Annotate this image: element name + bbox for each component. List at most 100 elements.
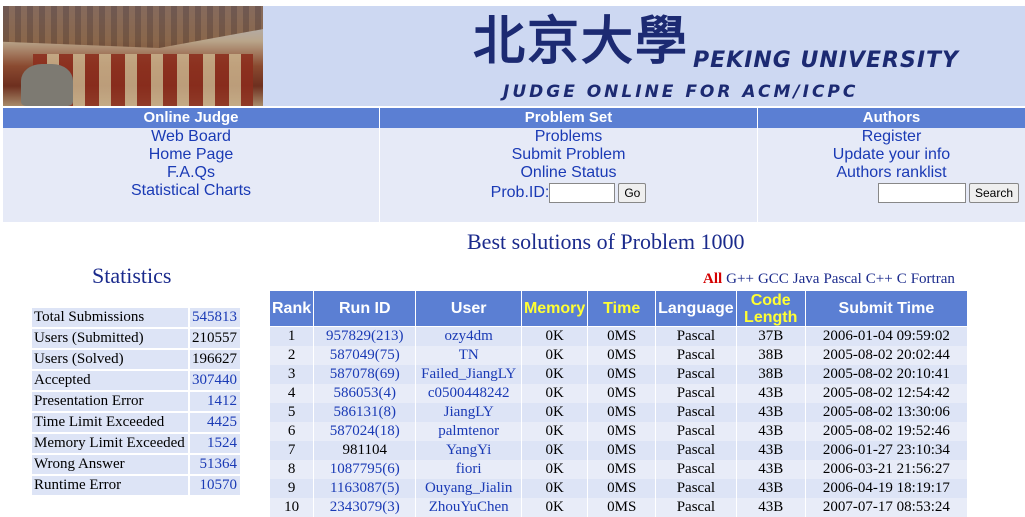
language-cell: Pascal (655, 478, 737, 498)
time-cell: 0MS (587, 402, 657, 422)
filter-pascal[interactable]: Pascal (823, 271, 861, 287)
language-cell: Pascal (655, 440, 737, 460)
user-link[interactable]: fiori (415, 459, 522, 479)
run-id-link[interactable]: 957829(213) (313, 326, 417, 346)
col-time[interactable]: Time (587, 290, 657, 327)
nav-table: Online Judge Web Board Home Page F.A.Qs … (3, 108, 1025, 222)
stat-row: Memory Limit Exceeded 1524 (32, 434, 240, 453)
authors-ranklist-link[interactable]: Authors ranklist (836, 164, 946, 182)
user-link[interactable]: c0500448242 (415, 383, 522, 403)
problem-set-column: Problem Set Problems Submit Problem Onli… (380, 108, 758, 222)
go-button[interactable]: Go (618, 183, 647, 203)
search-button[interactable]: Search (968, 183, 1019, 203)
prob-id-input[interactable] (549, 183, 616, 203)
user-link[interactable]: YangYi (415, 440, 522, 460)
home-page-link[interactable]: Home Page (149, 146, 234, 164)
memory-cell: 0K (520, 326, 589, 346)
filter-all[interactable]: All (703, 271, 722, 287)
run-id-link[interactable]: 1163087(5) (313, 478, 417, 498)
rank-cell: 3 (268, 364, 315, 384)
stat-label: Time Limit Exceeded (32, 413, 188, 432)
stat-value[interactable]: 545813 (187, 308, 240, 327)
time-cell: 0MS (587, 364, 657, 384)
stat-row: Time Limit Exceeded 4425 (32, 413, 240, 432)
col-code-length[interactable]: Code Length (735, 290, 806, 327)
col-memory[interactable]: Memory (520, 290, 589, 327)
author-search-input[interactable] (877, 183, 966, 203)
user-link[interactable]: Ouyang_Jialin (415, 478, 522, 498)
submit-time-cell: 2006-03-21 21:56:27 (804, 459, 969, 479)
run-id-link[interactable]: 1087795(6) (313, 459, 417, 479)
web-board-link[interactable]: Web Board (151, 128, 231, 146)
problem-id-link[interactable]: 1000 (700, 229, 744, 254)
stat-label: Accepted (32, 371, 188, 390)
time-cell: 0MS (587, 345, 657, 365)
prob-id-label: Prob.ID: (490, 184, 550, 201)
language-filter: All G++ GCC Java Pascal C++ C Fortran (703, 271, 959, 288)
table-row: 4 586053(4) c0500448242 0K 0MS Pascal 43B 2005-… (268, 383, 969, 403)
user-link[interactable]: TN (415, 345, 522, 365)
stat-label: Runtime Error (32, 476, 188, 495)
register-link[interactable]: Register (862, 128, 922, 146)
peking-english-title: PEKING UNIVERSITY (693, 48, 959, 73)
stat-label: Total Submissions (32, 308, 188, 327)
user-link[interactable]: Failed_JiangLY (415, 364, 522, 384)
user-link[interactable]: ozy4dm (415, 326, 522, 346)
update-info-link[interactable]: Update your info (833, 146, 950, 164)
stat-label: Users (Solved) (32, 350, 188, 369)
user-link[interactable]: ZhouYuChen (415, 497, 522, 517)
rank-cell: 7 (268, 440, 315, 460)
code-length-cell: 37B (735, 326, 806, 346)
run-id-link[interactable]: 2343079(3) (313, 497, 417, 517)
stat-value: 210557 (187, 329, 240, 348)
filter-gpp[interactable]: G++ (726, 271, 754, 287)
stat-value[interactable]: 1524 (187, 434, 240, 453)
run-id-link[interactable]: 586131(8) (313, 402, 417, 422)
language-cell: Pascal (655, 383, 737, 403)
language-cell: Pascal (655, 326, 737, 346)
col-run-id: Run ID (313, 290, 417, 327)
peking-chinese-title: 北京大學 (473, 11, 690, 72)
submit-problem-link[interactable]: Submit Problem (512, 146, 626, 164)
submit-time-cell: 2005-08-02 13:30:06 (804, 402, 969, 422)
stat-value[interactable]: 51364 (187, 455, 240, 474)
filter-c[interactable]: C (897, 271, 907, 287)
rank-cell: 9 (268, 478, 315, 498)
online-judge-column: Online Judge Web Board Home Page F.A.Qs … (3, 108, 380, 222)
rank-cell: 8 (268, 459, 315, 479)
rank-cell: 10 (268, 497, 315, 517)
time-cell: 0MS (587, 459, 657, 479)
run-id-link[interactable]: 586053(4) (313, 383, 417, 403)
judge-subtitle: JUDGE ONLINE FOR ACM/ICPC (503, 82, 859, 102)
rank-cell: 4 (268, 383, 315, 403)
table-row: 9 1163087(5) Ouyang_Jialin 0K 0MS Pascal 43B 20… (268, 478, 969, 498)
stat-value[interactable]: 10570 (187, 476, 240, 495)
filter-java[interactable]: Java (793, 271, 820, 287)
stat-value[interactable]: 307440 (187, 371, 240, 390)
authors-column: Authors Register Update your info Author… (758, 108, 1025, 222)
user-link[interactable]: JiangLY (415, 402, 522, 422)
filter-cpp[interactable]: C++ (866, 271, 893, 287)
col-language: Language (655, 290, 737, 327)
run-id-link[interactable]: 587049(75) (313, 345, 417, 365)
problems-link[interactable]: Problems (535, 128, 603, 146)
stat-value[interactable]: 4425 (187, 413, 240, 432)
stat-row: Total Submissions 545813 (32, 308, 240, 327)
col-rank: Rank (268, 290, 315, 327)
online-status-link[interactable]: Online Status (520, 164, 616, 182)
table-row: 1 957829(213) ozy4dm 0K 0MS Pascal 37B 2006-01-… (268, 326, 969, 346)
filter-gcc[interactable]: GCC (758, 271, 789, 287)
language-cell: Pascal (655, 345, 737, 365)
user-link[interactable]: palmtenor (415, 421, 522, 441)
problem-set-header: Problem Set (380, 108, 757, 128)
campus-photo (3, 6, 263, 106)
run-id-link[interactable]: 587078(69) (313, 364, 417, 384)
faqs-link[interactable]: F.A.Qs (167, 164, 215, 182)
stat-value[interactable]: 1412 (187, 392, 240, 411)
run-id-link[interactable]: 587024(18) (313, 421, 417, 441)
filter-fortran[interactable]: Fortran (911, 271, 955, 287)
language-cell: Pascal (655, 459, 737, 479)
stat-row: Users (Solved) 196627 (32, 350, 240, 369)
statistics-heading: Statistics (92, 263, 172, 288)
statistical-charts-link[interactable]: Statistical Charts (131, 182, 251, 200)
